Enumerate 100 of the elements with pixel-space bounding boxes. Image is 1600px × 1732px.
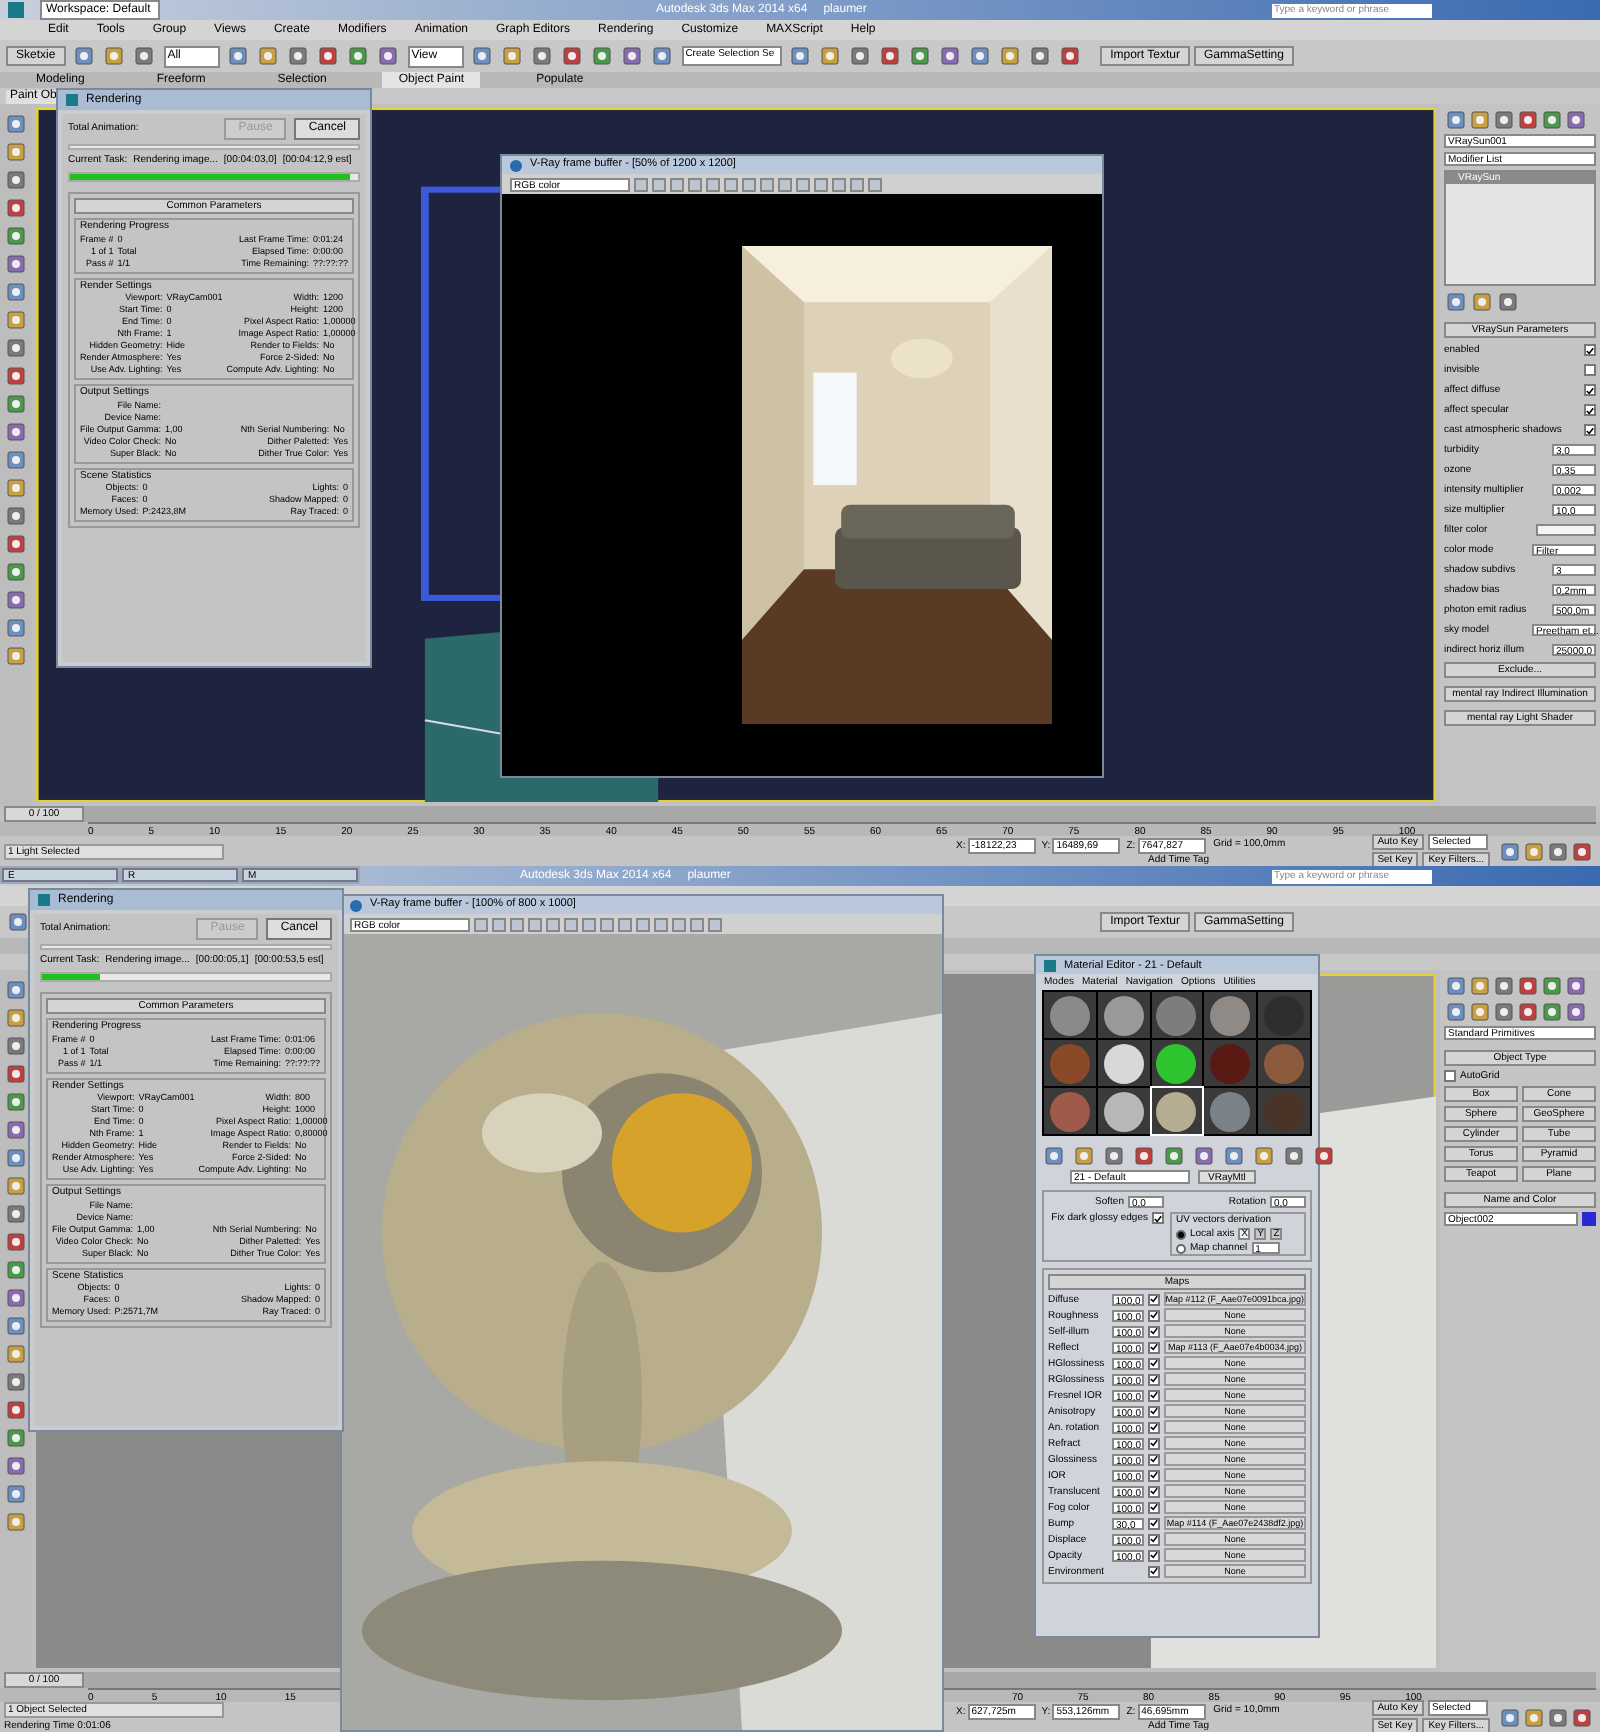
- checkbox[interactable]: [1148, 1341, 1160, 1353]
- tool-icon[interactable]: [5, 1258, 27, 1280]
- tool-icon[interactable]: [819, 45, 842, 67]
- tool-icon[interactable]: [1546, 840, 1568, 862]
- tool-icon[interactable]: [1222, 1144, 1244, 1166]
- tool-icon[interactable]: [1059, 45, 1082, 67]
- tool-icon[interactable]: [849, 45, 872, 67]
- tool-icon[interactable]: [1444, 290, 1466, 312]
- tool-icon[interactable]: [377, 45, 400, 67]
- tool-icon[interactable]: [1516, 108, 1538, 130]
- tool-icon[interactable]: [317, 45, 340, 67]
- tool-icon[interactable]: [1564, 1000, 1586, 1022]
- tool-icon[interactable]: [1252, 1144, 1274, 1166]
- tool-icon[interactable]: [1029, 45, 1052, 67]
- tool-icon[interactable]: [5, 1146, 27, 1168]
- tool-icon[interactable]: [5, 1482, 27, 1504]
- tool-icon[interactable]: [1522, 1706, 1544, 1728]
- tool-icon[interactable]: [5, 196, 27, 218]
- tool-icon[interactable]: [5, 588, 27, 610]
- checkbox[interactable]: [1148, 1389, 1160, 1401]
- tool-icon[interactable]: [1516, 974, 1538, 996]
- tool-icon[interactable]: [561, 45, 584, 67]
- tool-icon[interactable]: [1162, 1144, 1184, 1166]
- tool-icon[interactable]: [227, 45, 250, 67]
- tool-icon[interactable]: [621, 45, 644, 67]
- tool-icon[interactable]: [5, 1510, 27, 1532]
- tool-icon[interactable]: [1444, 108, 1466, 130]
- tool-icon[interactable]: [999, 45, 1022, 67]
- tool-icon[interactable]: [1072, 1144, 1094, 1166]
- tool-icon[interactable]: [1042, 1144, 1064, 1166]
- tool-icon[interactable]: [5, 504, 27, 526]
- tool-icon[interactable]: [5, 1174, 27, 1196]
- tool-icon[interactable]: [5, 1286, 27, 1308]
- tool-icon[interactable]: [5, 560, 27, 582]
- tool-icon[interactable]: [1540, 974, 1562, 996]
- tool-icon[interactable]: [5, 616, 27, 638]
- checkbox[interactable]: [1584, 424, 1596, 436]
- tool-icon[interactable]: [5, 1454, 27, 1476]
- tool-icon[interactable]: [1468, 108, 1490, 130]
- tool-icon[interactable]: [5, 280, 27, 302]
- checkbox[interactable]: [1148, 1533, 1160, 1545]
- tool-icon[interactable]: [909, 45, 932, 67]
- radio-button[interactable]: [1176, 1229, 1186, 1239]
- tool-icon[interactable]: [5, 1118, 27, 1140]
- checkbox[interactable]: [1148, 1549, 1160, 1561]
- tool-icon[interactable]: [1312, 1144, 1334, 1166]
- tool-icon[interactable]: [1540, 1000, 1562, 1022]
- tool-icon[interactable]: [1570, 1706, 1592, 1728]
- tool-icon[interactable]: [5, 1370, 27, 1392]
- tool-icon[interactable]: [471, 45, 494, 67]
- checkbox[interactable]: [1584, 404, 1596, 416]
- tool-icon[interactable]: [1564, 974, 1586, 996]
- tool-icon[interactable]: [5, 1006, 27, 1028]
- tool-icon[interactable]: [1102, 1144, 1124, 1166]
- tool-icon[interactable]: [103, 45, 126, 67]
- tool-icon[interactable]: [73, 45, 96, 67]
- tool-icon[interactable]: [1522, 840, 1544, 862]
- tool-icon[interactable]: [5, 336, 27, 358]
- tool-icon[interactable]: [1192, 1144, 1214, 1166]
- tool-icon[interactable]: [5, 532, 27, 554]
- tool-icon[interactable]: [5, 308, 27, 330]
- tool-icon[interactable]: [5, 364, 27, 386]
- tool-icon[interactable]: [531, 45, 554, 67]
- checkbox[interactable]: [1148, 1357, 1160, 1369]
- checkbox[interactable]: [1148, 1421, 1160, 1433]
- tool-icon[interactable]: [5, 224, 27, 246]
- tool-icon[interactable]: [5, 252, 27, 274]
- tool-icon[interactable]: [1444, 974, 1466, 996]
- tool-icon[interactable]: [1492, 974, 1514, 996]
- tool-icon[interactable]: [651, 45, 674, 67]
- tool-icon[interactable]: [1570, 840, 1592, 862]
- tool-icon[interactable]: [591, 45, 614, 67]
- tool-icon[interactable]: [1282, 1144, 1304, 1166]
- checkbox[interactable]: [1148, 1325, 1160, 1337]
- tool-icon[interactable]: [5, 420, 27, 442]
- checkbox[interactable]: [1148, 1373, 1160, 1385]
- checkbox[interactable]: [1148, 1565, 1160, 1577]
- tool-icon[interactable]: [1496, 290, 1518, 312]
- tool-icon[interactable]: [1546, 1706, 1568, 1728]
- tool-icon[interactable]: [257, 45, 280, 67]
- tool-icon[interactable]: [5, 168, 27, 190]
- checkbox[interactable]: [1148, 1405, 1160, 1417]
- object-color-swatch[interactable]: [1582, 1212, 1596, 1226]
- tool-icon[interactable]: [501, 45, 524, 67]
- checkbox[interactable]: [1147, 1293, 1160, 1305]
- tool-icon[interactable]: [1516, 1000, 1538, 1022]
- tool-icon[interactable]: [5, 1230, 27, 1252]
- tool-icon[interactable]: [1132, 1144, 1154, 1166]
- tool-icon[interactable]: [5, 1034, 27, 1056]
- tool-icon[interactable]: [133, 45, 156, 67]
- tool-icon[interactable]: [5, 1398, 27, 1420]
- tool-icon[interactable]: [1564, 108, 1586, 130]
- tool-icon[interactable]: [5, 140, 27, 162]
- checkbox[interactable]: [1584, 344, 1596, 356]
- tool-icon[interactable]: [5, 1426, 27, 1448]
- checkbox[interactable]: [1444, 1070, 1456, 1082]
- checkbox[interactable]: [1148, 1437, 1160, 1449]
- tool-icon[interactable]: [5, 476, 27, 498]
- tool-icon[interactable]: [789, 45, 812, 67]
- color-swatch[interactable]: [1536, 524, 1596, 536]
